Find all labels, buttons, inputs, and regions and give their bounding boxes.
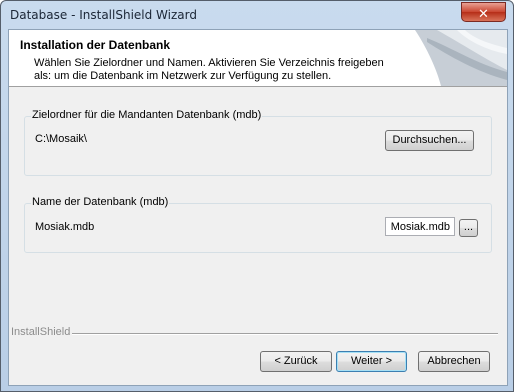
next-button[interactable]: Weiter > [336,351,407,372]
target-folder-path: C:\Mosaik\ [35,133,87,145]
close-icon: ✕ [478,7,489,22]
window-title: Database - InstallShield Wizard [10,8,197,22]
database-name-input[interactable]: Mosiak.mdb [385,217,455,236]
target-folder-group-label: Zielordner für die Mandanten Datenbank (… [31,109,263,121]
back-button[interactable]: < Zurück [260,351,332,372]
header-subtitle: Wählen Sie Zielordner und Namen. Aktivie… [34,57,384,82]
header-title: Installation der Datenbank [20,38,171,52]
close-button[interactable]: ✕ [461,2,506,22]
target-folder-group: Zielordner für die Mandanten Datenbank (… [24,109,492,176]
browse-folder-button[interactable]: Durchsuchen... [385,130,474,151]
database-name-value: Mosiak.mdb [35,221,95,233]
database-name-group-label: Name der Datenbank (mdb) [31,196,170,208]
wizard-window: Database - InstallShield Wizard ✕ Instal… [0,0,514,392]
cancel-button[interactable]: Abbrechen [418,351,490,372]
installshield-banner-graphic [397,30,507,86]
browse-database-button[interactable]: ... [459,219,478,237]
database-name-group: Name der Datenbank (mdb) Mosiak.mdb Mosi… [24,196,492,253]
wizard-header: Installation der Datenbank Wählen Sie Zi… [9,30,507,87]
installshield-brand-label: InstallShield [11,326,71,338]
title-bar[interactable]: Database - InstallShield Wizard ✕ [1,1,513,29]
dialog-client-area: Installation der Datenbank Wählen Sie Zi… [8,29,508,386]
footer-divider [72,333,498,335]
